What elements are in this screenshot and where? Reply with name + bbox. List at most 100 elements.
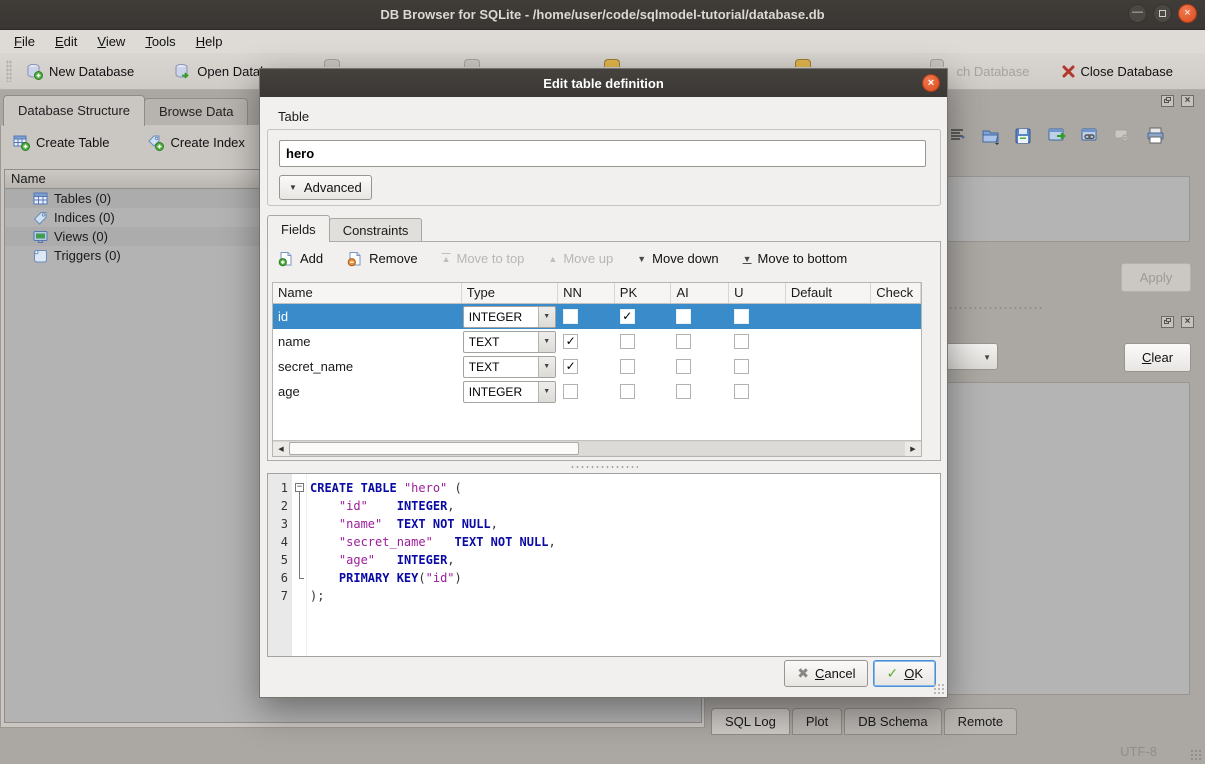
column-header-ai[interactable]: AI [671,283,729,303]
apply-button[interactable]: Apply [1121,263,1191,292]
u-checkbox[interactable] [734,359,749,374]
dock-tab-plot[interactable]: Plot [792,708,842,735]
dock-float-icon[interactable] [1161,316,1174,328]
nn-checkbox[interactable] [563,384,578,399]
nn-checkbox[interactable]: ✓ [563,334,578,349]
dialog-close-button[interactable]: × [922,74,940,92]
dock-float-icon[interactable] [1161,95,1174,107]
dock-close-icon[interactable]: × [1181,95,1194,107]
close-window-button[interactable]: × [1178,4,1197,23]
menu-help[interactable]: Help [186,32,233,51]
dock-tab-remote[interactable]: Remote [944,708,1018,735]
pk-checkbox[interactable]: ✓ [620,309,635,324]
check-cell[interactable] [871,329,921,354]
column-header-nn[interactable]: NN [558,283,615,303]
maximize-button[interactable] [1153,4,1172,23]
pk-checkbox[interactable] [620,334,635,349]
u-checkbox[interactable] [734,384,749,399]
scroll-right-icon[interactable]: ▶ [905,442,921,457]
default-cell[interactable] [786,304,871,329]
move-to-bottom-button[interactable]: ▼Move to bottom [743,251,848,266]
u-checkbox[interactable] [734,334,749,349]
default-cell[interactable] [786,354,871,379]
column-header-check[interactable]: Check [871,283,921,303]
dock-splitter[interactable] [948,306,1043,310]
fold-collapse-icon[interactable]: − [295,483,304,492]
sql-preview[interactable]: 1234567 − CREATE TABLE "hero" ( "id" INT… [267,473,941,657]
scroll-left-icon[interactable]: ◀ [273,442,289,457]
type-select[interactable]: TEXT▼ [463,356,556,378]
scrollbar-thumb[interactable] [289,442,579,455]
cancel-button[interactable]: ✖ Cancel [784,660,868,687]
pk-checkbox[interactable] [620,384,635,399]
dialog-resize-grip[interactable] [933,683,944,694]
minimize-button[interactable]: — [1128,4,1147,23]
advanced-button[interactable]: ▼ Advanced [279,175,372,200]
tab-browse-data[interactable]: Browse Data [144,98,248,126]
dialog-tab-constraints[interactable]: Constraints [329,218,423,242]
field-row-name[interactable]: nameTEXT▼ ✓ [273,329,921,354]
type-select[interactable]: INTEGER▼ [463,381,556,403]
ok-button[interactable]: ✓ OK [873,660,936,687]
resize-grip[interactable] [1190,749,1202,761]
column-header-default[interactable]: Default [786,283,871,303]
column-header-u[interactable]: U [729,283,786,303]
toolbar-grip[interactable] [6,60,12,82]
pk-checkbox[interactable] [620,359,635,374]
close-database-button[interactable]: Close Database [1054,60,1182,83]
ai-checkbox[interactable] [676,384,691,399]
export-icon[interactable] [1047,127,1067,147]
nn-checkbox[interactable]: ✓ [563,359,578,374]
clear-button[interactable]: Clear [1124,343,1191,372]
u-checkbox[interactable] [734,309,749,324]
column-header-pk[interactable]: PK [615,283,672,303]
move-up-button[interactable]: ▲Move up [548,251,613,266]
menu-edit[interactable]: Edit [45,32,87,51]
create-index-button[interactable]: Create Index [147,134,244,151]
column-header-type[interactable]: Type [462,283,558,303]
null-icon[interactable] [1113,127,1133,147]
link-icon[interactable] [1080,127,1100,147]
remove-button[interactable]: Remove [347,251,417,267]
check-cell[interactable] [871,354,921,379]
menu-view[interactable]: View [87,32,135,51]
field-row-age[interactable]: ageINTEGER▼ [273,379,921,404]
default-cell[interactable] [786,379,871,404]
dock-close-icon[interactable]: × [1181,316,1194,328]
column-header-name[interactable]: Name [273,283,462,303]
fields-hscrollbar[interactable]: ◀ ▶ [273,440,921,456]
create-table-button[interactable]: Create Table [13,134,109,151]
dock-tab-sql-log[interactable]: SQL Log [711,708,790,735]
dialog-tab-fields[interactable]: Fields [267,215,330,242]
field-row-secret_name[interactable]: secret_nameTEXT▼ ✓ [273,354,921,379]
new-database-button[interactable]: New Database [18,59,142,84]
save-file-icon[interactable] [1014,127,1034,147]
check-cell[interactable] [871,304,921,329]
field-name[interactable]: id [273,304,462,329]
tab-database-structure[interactable]: Database Structure [3,95,145,126]
ai-checkbox[interactable] [676,309,691,324]
ai-checkbox[interactable] [676,334,691,349]
move-to-top-button[interactable]: ▲Move to top [442,251,525,266]
menu-tools[interactable]: Tools [135,32,185,51]
add-button[interactable]: Add [278,251,323,267]
check-cell[interactable] [871,379,921,404]
default-cell[interactable] [786,329,871,354]
field-name[interactable]: age [273,379,462,404]
field-row-id[interactable]: idINTEGER▼ ✓ [273,304,921,329]
print-icon[interactable] [1146,127,1166,147]
table-name-input[interactable] [279,140,926,167]
field-name[interactable]: secret_name [273,354,462,379]
type-select[interactable]: TEXT▼ [463,331,556,353]
indent-icon[interactable] [948,127,968,147]
field-name[interactable]: name [273,329,462,354]
attach-database-button[interactable]: ch Database [949,60,1038,83]
type-select[interactable]: INTEGER▼ [463,306,556,328]
move-down-button[interactable]: ▼Move down [637,251,718,266]
open-file-icon[interactable] [981,127,1001,147]
nn-checkbox[interactable] [563,309,578,324]
ai-checkbox[interactable] [676,359,691,374]
dialog-splitter[interactable] [570,465,638,469]
dock-tab-db-schema[interactable]: DB Schema [844,708,941,735]
menu-file[interactable]: File [4,32,45,51]
